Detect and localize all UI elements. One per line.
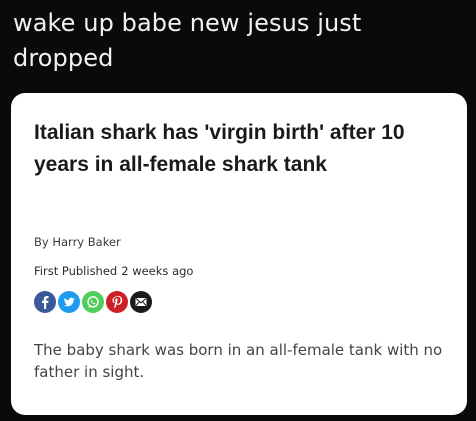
published-label: First Published <box>34 264 118 278</box>
whatsapp-icon[interactable] <box>82 291 104 313</box>
facebook-icon[interactable] <box>34 291 56 313</box>
article-published: First Published 2 weeks ago <box>34 264 193 278</box>
published-when: 2 weeks ago <box>121 264 194 278</box>
article-byline: By Harry Baker <box>34 235 121 249</box>
share-buttons <box>34 291 152 313</box>
pinterest-icon[interactable] <box>106 291 128 313</box>
twitter-icon[interactable] <box>58 291 80 313</box>
caption-line-2: dropped <box>13 44 114 72</box>
article-card: Italian shark has 'virgin birth' after 1… <box>11 93 467 415</box>
article-summary: The baby shark was born in an all-female… <box>34 341 443 381</box>
caption-line-1: wake up babe new jesus just <box>13 9 362 37</box>
article-headline[interactable]: Italian shark has 'virgin birth' after 1… <box>34 117 454 181</box>
email-icon[interactable] <box>130 291 152 313</box>
meme-caption: wake up babe new jesus just dropped <box>13 6 463 76</box>
